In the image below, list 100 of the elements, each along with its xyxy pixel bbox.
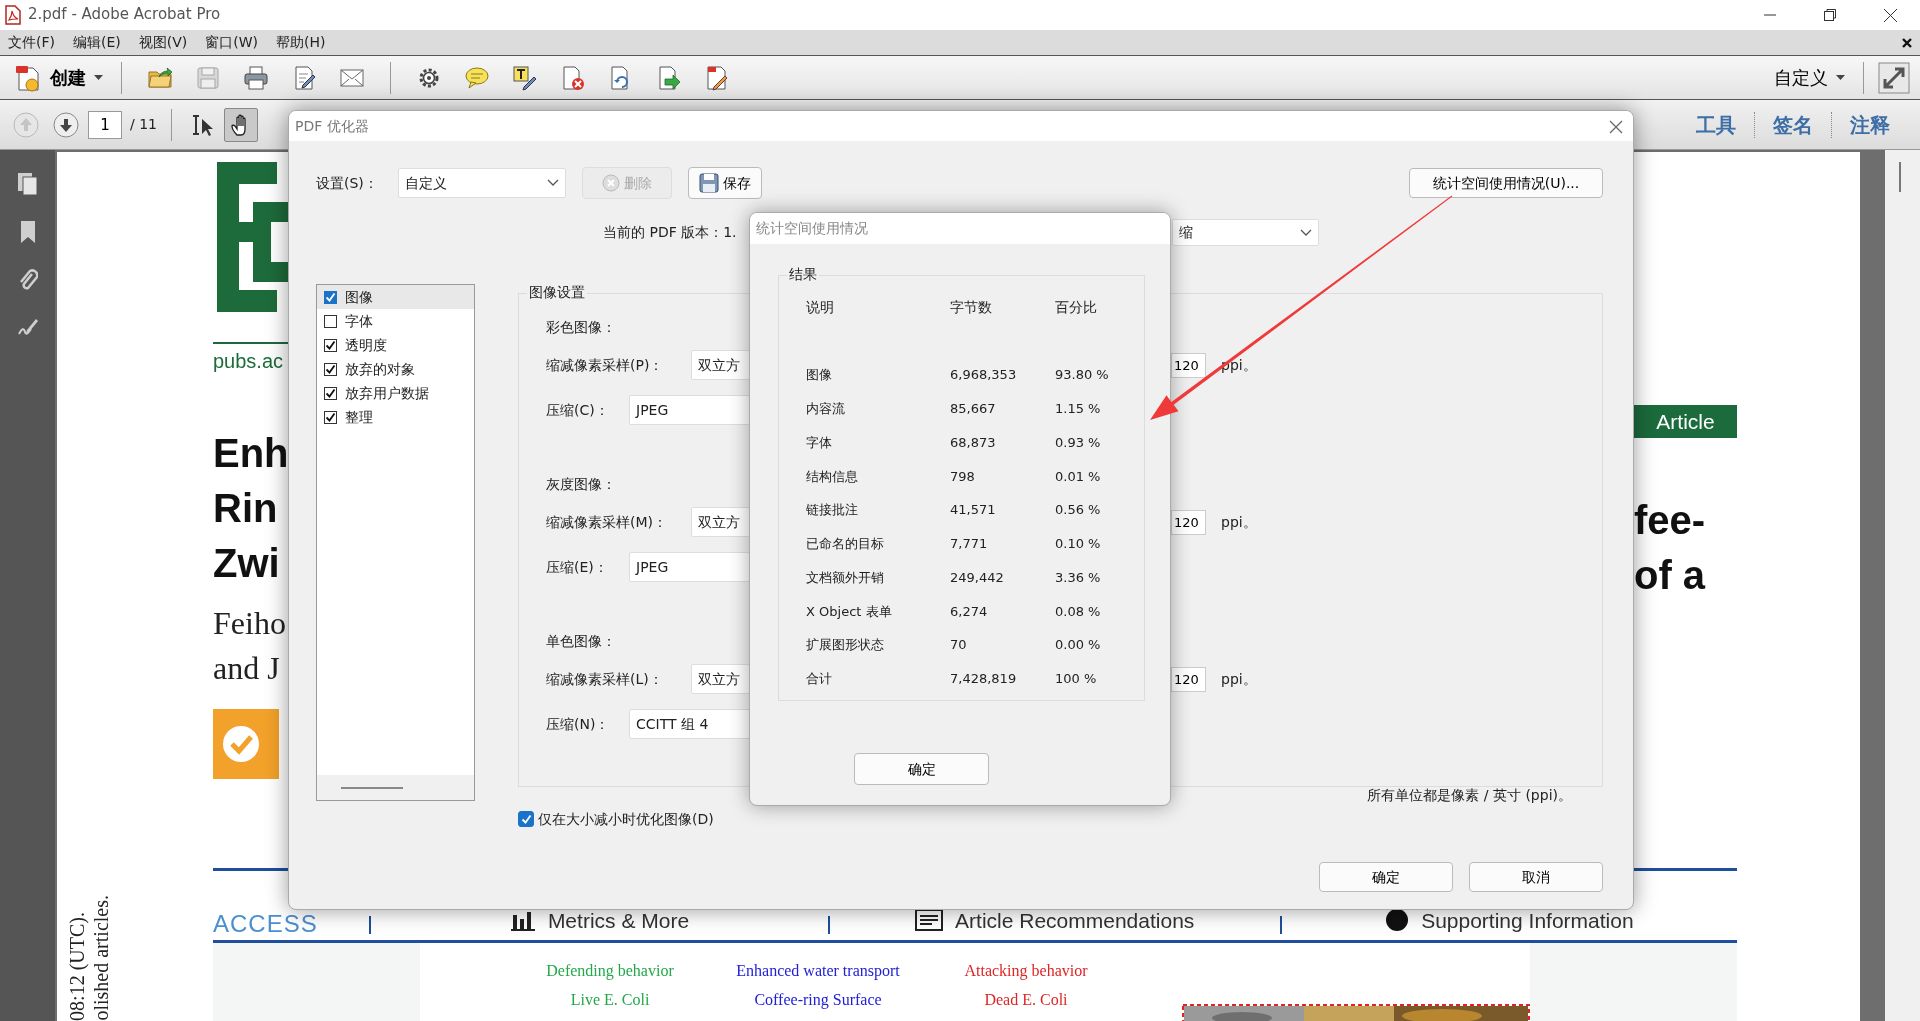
save-button[interactable]: 保存: [688, 167, 762, 199]
figure-label: Dead E. Coli: [983, 989, 1069, 1010]
ppi-field[interactable]: 120: [1171, 352, 1206, 378]
printer-icon[interactable]: [243, 64, 269, 91]
view-menu-button[interactable]: 自定义: [1770, 65, 1849, 90]
side-note-text: olished articles.: [91, 895, 111, 1021]
page-number-field[interactable]: 1: [88, 110, 122, 139]
space-audit-button[interactable]: 统计空间使用情况(U)...: [1409, 168, 1603, 198]
dialog-button[interactable]: 取消: [1469, 862, 1603, 892]
document-edit-icon[interactable]: [704, 64, 730, 91]
side-note-text: 08:12 (UTC).: [67, 912, 87, 1021]
panel-list-item[interactable]: 整理: [317, 405, 474, 429]
description-text: 已命名的目标: [806, 536, 885, 554]
pdf-file-icon: [4, 5, 22, 25]
checkbox[interactable]: [324, 410, 337, 424]
expand-icon[interactable]: [1878, 61, 1910, 94]
checkbox[interactable]: [324, 290, 337, 304]
panel-label: 图像: [345, 287, 373, 307]
panel-list-item[interactable]: 放弃的对象: [317, 357, 474, 381]
chevron-down-icon: [1300, 228, 1312, 237]
tab-link[interactable]: Metrics & More: [547, 906, 690, 934]
panel-list-item[interactable]: 放弃用户数据: [317, 381, 474, 405]
percent-value: 100 %: [1055, 671, 1098, 689]
checkbox[interactable]: [324, 338, 337, 352]
group-title: 结果: [787, 265, 819, 284]
downsample-dropdown[interactable]: 双立方: [691, 350, 750, 380]
caret-icon: [1836, 75, 1845, 80]
checkbox[interactable]: [324, 386, 337, 400]
settings-dropdown[interactable]: 自定义: [398, 168, 566, 198]
column-header: 字节数: [950, 297, 993, 317]
compression-dropdown[interactable]: JPEG: [629, 552, 750, 582]
pane-tab[interactable]: 签名: [1755, 111, 1832, 138]
tab-link[interactable]: Supporting Information: [1421, 906, 1634, 934]
menu-item[interactable]: 视图(V): [138, 33, 188, 52]
percent-value: 0.56 %: [1055, 502, 1102, 520]
downsample-dropdown[interactable]: 双立方: [691, 507, 750, 537]
checkbox[interactable]: [324, 362, 337, 376]
field-label: 压缩(C)：: [546, 400, 610, 420]
bar-chart-icon: [509, 909, 536, 932]
pages-icon[interactable]: [16, 172, 39, 196]
field-label: 缩减像素采样(L)：: [546, 669, 664, 689]
document-arrow-icon[interactable]: [656, 64, 682, 91]
pane-tab[interactable]: 注释: [1832, 111, 1908, 138]
compression-dropdown[interactable]: CCITT 组 4: [629, 709, 750, 739]
checkbox[interactable]: [518, 811, 534, 827]
downsample-dropdown[interactable]: 双立方: [691, 664, 750, 694]
page-count: / 11: [130, 115, 157, 134]
tab-link[interactable]: Article Recommendations: [955, 906, 1195, 934]
close-icon[interactable]: [1902, 38, 1912, 49]
document-delete-icon[interactable]: [560, 64, 586, 91]
field-label: 缩减像素采样(M)：: [546, 512, 668, 532]
panel-label: 透明度: [345, 335, 387, 355]
menu-item[interactable]: 帮助(H): [276, 33, 326, 52]
panel-label: 放弃的对象: [345, 359, 415, 379]
signature-icon[interactable]: [16, 316, 39, 338]
column-header: 百分比: [1055, 297, 1098, 317]
panel-list-item[interactable]: 透明度: [317, 333, 474, 357]
bytes-value: 6,274: [950, 603, 989, 621]
description-text: 合计: [806, 671, 833, 689]
bytes-value: 70: [950, 637, 968, 655]
create-button[interactable]: 创建: [10, 63, 107, 92]
bookmark-icon[interactable]: [18, 220, 37, 244]
panel-list-item[interactable]: 图像: [317, 285, 474, 309]
ppi-field[interactable]: 120: [1171, 509, 1206, 535]
site-link[interactable]: pubs.ac: [213, 348, 289, 374]
percent-value: 0.08 %: [1055, 603, 1102, 621]
unit-label: ppi。: [1221, 512, 1258, 532]
arrow-down-icon[interactable]: [52, 110, 80, 139]
compatibility-dropdown[interactable]: 缩: [1172, 219, 1319, 246]
close-icon[interactable]: [1883, 8, 1897, 22]
menu-item[interactable]: 编辑(E): [73, 33, 121, 52]
bytes-value: 7,771: [950, 536, 989, 554]
tab-link[interactable]: ACCESS: [213, 912, 318, 936]
checkbox[interactable]: [324, 314, 337, 328]
ppi-field[interactable]: 120: [1171, 666, 1206, 692]
panel-list-item[interactable]: 字体: [317, 309, 474, 333]
description-text: 内容流: [806, 401, 846, 419]
author-text: Feiho: [213, 604, 287, 643]
title-text: Zwi: [213, 540, 281, 587]
figure-label: Defending behavior: [545, 961, 675, 982]
section-heading: 彩色图像：: [546, 318, 616, 337]
ok-button[interactable]: 确定: [854, 753, 989, 785]
field-label: 压缩(E)：: [546, 557, 609, 577]
speech-bubble-icon[interactable]: [464, 64, 490, 91]
dialog-title: PDF 优化器: [295, 116, 369, 136]
bytes-value: 85,667: [950, 401, 997, 419]
field-label: 缩减像素采样(P)：: [546, 355, 665, 375]
folder-icon[interactable]: [147, 64, 173, 91]
restore-icon[interactable]: [1824, 8, 1836, 21]
menu-item[interactable]: 窗口(W): [205, 33, 259, 52]
title-text: Rin: [213, 485, 279, 532]
compression-dropdown[interactable]: JPEG: [629, 395, 750, 425]
paperclip-icon[interactable]: [17, 268, 38, 292]
pane-tab[interactable]: 工具: [1678, 111, 1755, 138]
list-icon: [915, 909, 944, 932]
dialog-button[interactable]: 确定: [1319, 862, 1453, 892]
checkbox-label: 仅在大小减小时优化图像(D): [538, 809, 714, 829]
hand-tool-button[interactable]: [224, 107, 258, 142]
text-pencil-icon[interactable]: [512, 64, 538, 91]
menu-item[interactable]: 文件(F): [8, 33, 55, 52]
